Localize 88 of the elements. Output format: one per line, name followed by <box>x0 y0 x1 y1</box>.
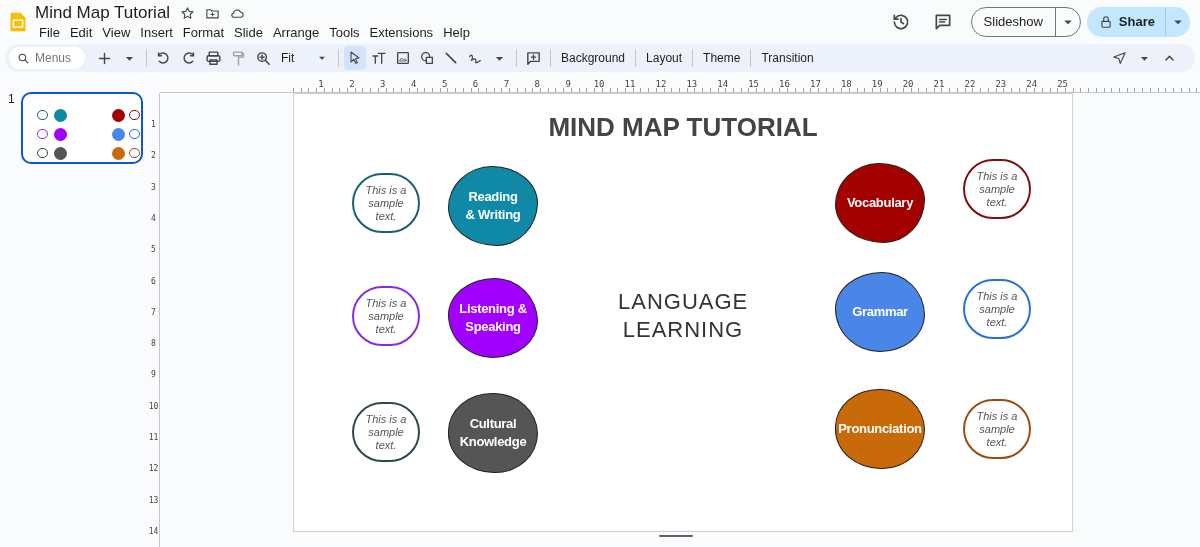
ruler-number: 4 <box>150 213 157 224</box>
ruler-number: 11 <box>623 78 637 91</box>
slide-title: MIND MAP TUTORIAL <box>547 111 819 144</box>
image-icon <box>395 50 411 66</box>
topic-bubble: Listening & Speaking <box>448 278 538 358</box>
toolbar-button[interactable]: Background <box>556 49 631 67</box>
ruler-number: 1 <box>317 78 325 91</box>
note-bubble: This is a sample text. <box>352 402 420 462</box>
topic-bubble: Reading & Writing <box>448 166 538 246</box>
menu-item[interactable]: Slide <box>230 24 267 42</box>
print-icon[interactable] <box>205 49 222 67</box>
note-bubble: This is a sample text. <box>352 173 420 233</box>
ruler-number: 24 <box>1025 78 1039 91</box>
zoom-icon[interactable] <box>255 49 272 67</box>
ruler-number: 15 <box>747 78 760 91</box>
search-icon <box>17 51 30 65</box>
redo-icon[interactable] <box>180 49 197 67</box>
toolbar-button[interactable]: Layout <box>641 49 688 67</box>
ruler-number: 18 <box>839 78 853 91</box>
cursor-tool[interactable] <box>344 46 366 70</box>
share-button[interactable]: Share <box>1086 7 1190 37</box>
menu-item[interactable]: Extensions <box>365 24 438 42</box>
ruler-number: 1 <box>150 120 157 130</box>
ruler-number: 8 <box>150 339 157 350</box>
ruler-number: 22 <box>963 78 977 91</box>
topic-bubble: Pronunciation <box>835 389 925 469</box>
menu-item[interactable]: Help <box>439 24 474 42</box>
topic-bubble: Grammar <box>835 272 925 352</box>
ruler-number: 9 <box>150 370 157 381</box>
ruler-number: 11 <box>148 433 159 443</box>
ruler-number: 13 <box>148 495 159 506</box>
ruler-number: 20 <box>901 78 915 91</box>
note-bubble: This is a sample text. <box>963 279 1031 339</box>
ruler-number: 2 <box>150 151 157 162</box>
line-icon <box>443 50 459 66</box>
menu-item[interactable]: View <box>98 24 135 42</box>
topic-bubble: Cultural Knowledge <box>448 393 538 473</box>
menu-item[interactable]: File <box>35 24 64 42</box>
text-box-icon <box>371 50 387 66</box>
document-title[interactable]: Mind Map Tutorial <box>35 2 171 24</box>
resize-handle[interactable] <box>659 535 693 537</box>
toolbar-button[interactable]: Transition <box>756 49 819 67</box>
ruler-number: 25 <box>1056 78 1069 91</box>
lock-icon <box>1098 15 1113 29</box>
menu-item[interactable]: Tools <box>325 24 364 42</box>
ruler-number: 6 <box>471 78 480 91</box>
slide-thumbnail[interactable] <box>20 92 143 164</box>
ruler-number: 10 <box>148 401 159 412</box>
ruler-number: 6 <box>150 276 157 287</box>
ruler-number: 8 <box>533 78 541 91</box>
ruler-number: 12 <box>148 464 159 475</box>
ruler-number: 14 <box>148 526 159 537</box>
slide-number: 1 <box>8 91 15 108</box>
ruler-number: 12 <box>654 78 668 91</box>
ruler-number: 5 <box>150 245 157 256</box>
ruler-number: 10 <box>592 78 606 91</box>
zoom-dropdown[interactable]: Fit <box>277 49 333 67</box>
undo-icon[interactable] <box>155 49 172 67</box>
ruler-number: 7 <box>502 78 511 91</box>
menu-item[interactable]: Arrange <box>268 24 324 42</box>
menu-item[interactable]: Edit <box>65 24 97 42</box>
pointer-icon[interactable] <box>1111 49 1128 67</box>
ruler-number: 16 <box>778 78 791 91</box>
ruler-number: 9 <box>564 78 572 91</box>
ruler-number: 13 <box>685 78 699 91</box>
shape-icon <box>419 50 435 66</box>
note-bubble: This is a sample text. <box>963 159 1031 219</box>
note-bubble: This is a sample text. <box>352 286 420 346</box>
toolbar-button[interactable]: Theme <box>698 49 746 67</box>
ruler-number: 2 <box>348 78 356 91</box>
ruler-number: 7 <box>150 307 157 318</box>
ruler-number: 23 <box>994 78 1008 91</box>
topic-bubble: Vocabulary <box>835 163 925 243</box>
ruler-number: 5 <box>440 78 449 91</box>
add-comment-icon[interactable] <box>525 49 542 67</box>
menu-item[interactable]: Format <box>178 24 228 42</box>
search-field[interactable]: Menus <box>9 47 85 69</box>
star-icon[interactable] <box>180 5 196 21</box>
central-topic: LANGUAGE LEARNING <box>618 288 748 344</box>
ruler-number: 4 <box>409 78 418 91</box>
ruler-number: 21 <box>932 78 946 91</box>
ruler-number: 3 <box>379 78 387 91</box>
note-bubble: This is a sample text. <box>963 399 1031 459</box>
ruler-number: 14 <box>716 78 730 91</box>
ruler-number: 19 <box>870 78 884 91</box>
ruler-number: 3 <box>150 182 157 193</box>
ruler-number: 17 <box>808 78 822 91</box>
menu-item[interactable]: Insert <box>136 24 177 42</box>
